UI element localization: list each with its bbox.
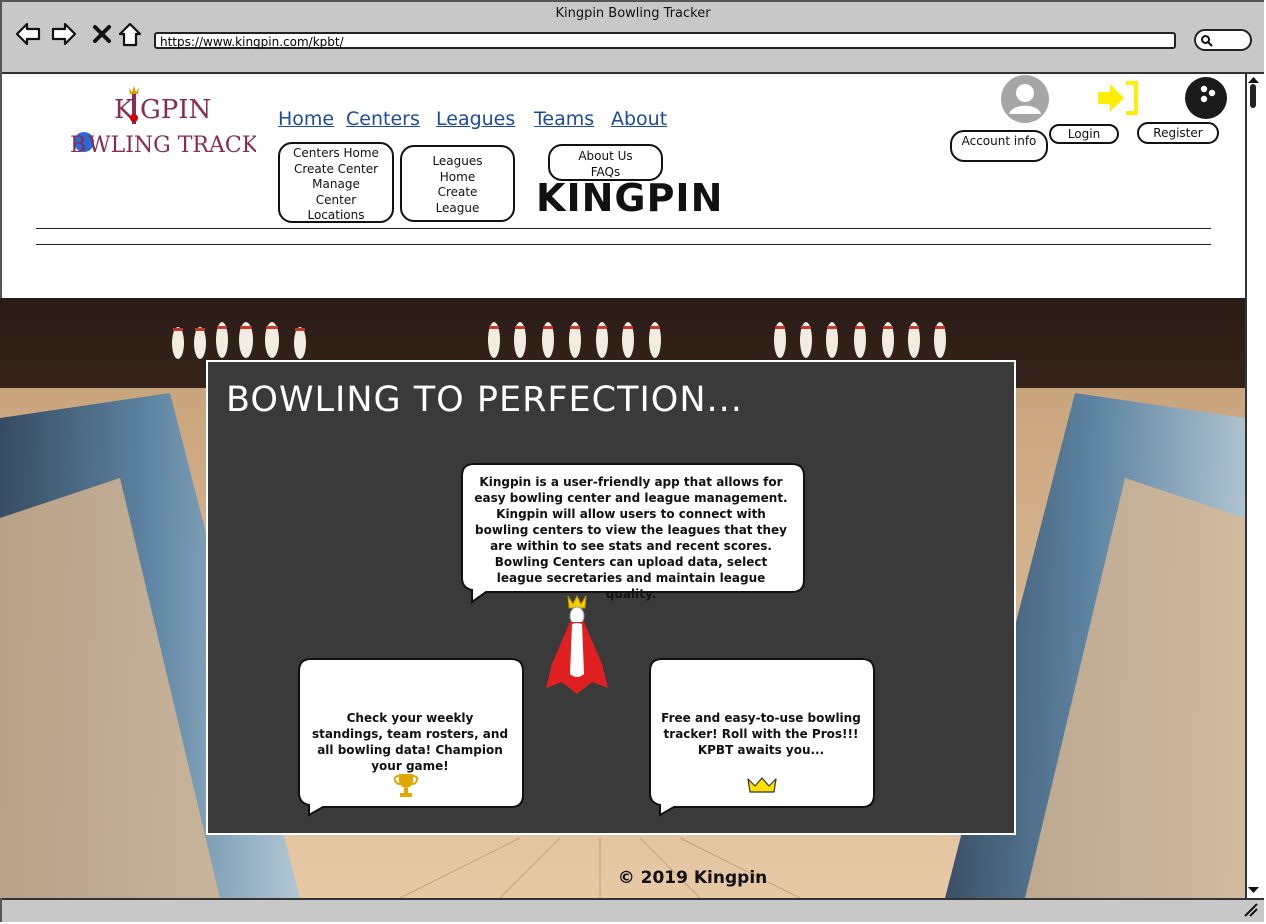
svg-text:B: B (70, 133, 86, 158)
register-label[interactable]: Register (1137, 122, 1219, 144)
logo-graphic: K GPIN B WLING TRACKER (70, 86, 292, 158)
svg-text:WLING TRACKER: WLING TRACKER (88, 133, 256, 158)
nav-leagues[interactable]: Leagues (436, 108, 515, 130)
svg-text:GPIN: GPIN (140, 95, 211, 125)
bowling-ball-icon[interactable] (1184, 76, 1228, 120)
nav-about[interactable]: About (611, 108, 667, 130)
leagues-dropdown: Leagues Home Create League (400, 145, 515, 222)
header-divider (36, 228, 1211, 229)
scrollbar-thumb[interactable] (1250, 84, 1256, 108)
intro-text: Kingpin is a user-friendly app that allo… (474, 475, 788, 601)
menu-about-us[interactable]: About Us (550, 149, 661, 165)
scroll-up-icon[interactable] (1247, 76, 1260, 84)
login-icon[interactable] (1096, 80, 1140, 116)
window-title: Kingpin Bowling Tracker (555, 6, 711, 21)
header-divider (36, 244, 1211, 245)
home-icon[interactable] (116, 20, 144, 48)
menu-centers-home[interactable]: Centers Home (280, 146, 392, 162)
footer-copyright: © 2019 Kingpin (617, 868, 768, 888)
scroll-down-icon[interactable] (1247, 886, 1260, 894)
king-pin-mascot-icon (546, 594, 608, 694)
forward-icon[interactable] (50, 20, 78, 48)
address-bar[interactable]: https://www.kingpin.com/kpbt/ (154, 32, 1176, 49)
login-label[interactable]: Login (1049, 124, 1119, 144)
menu-leagues-home[interactable]: Leagues Home (428, 154, 488, 185)
back-icon[interactable] (14, 20, 42, 48)
site-logo[interactable]: K GPIN B WLING TRACKER (66, 82, 292, 162)
menu-locations[interactable]: Locations (280, 208, 392, 224)
menu-manage-center[interactable]: Manage Center (301, 177, 371, 208)
nav-centers[interactable]: Centers (346, 108, 420, 130)
vertical-scrollbar[interactable] (1245, 74, 1264, 898)
site-banner-title: KINGPIN (536, 176, 724, 220)
hero-title: BOWLING TO PERFECTION... (226, 380, 743, 420)
centers-dropdown: Centers Home Create Center Manage Center… (278, 142, 394, 223)
search-icon (1201, 35, 1213, 47)
status-bar (2, 898, 1264, 922)
right-card-text: Free and easy-to-use bowling tracker! Ro… (661, 711, 861, 757)
nav-home[interactable]: Home (278, 108, 334, 130)
menu-create-league[interactable]: Create League (428, 185, 488, 216)
crown-icon (747, 777, 777, 793)
account-icon[interactable] (1000, 74, 1050, 124)
menu-create-center[interactable]: Create Center (280, 162, 392, 178)
resize-grip-icon[interactable] (1242, 903, 1258, 917)
stop-icon[interactable] (88, 20, 116, 48)
nav-teams[interactable]: Teams (534, 108, 594, 130)
trophy-icon (394, 774, 418, 797)
left-card-text: Check your weekly standings, team roster… (311, 711, 509, 773)
browser-search-box[interactable] (1194, 29, 1252, 51)
account-info-label[interactable]: Account info (950, 130, 1048, 162)
